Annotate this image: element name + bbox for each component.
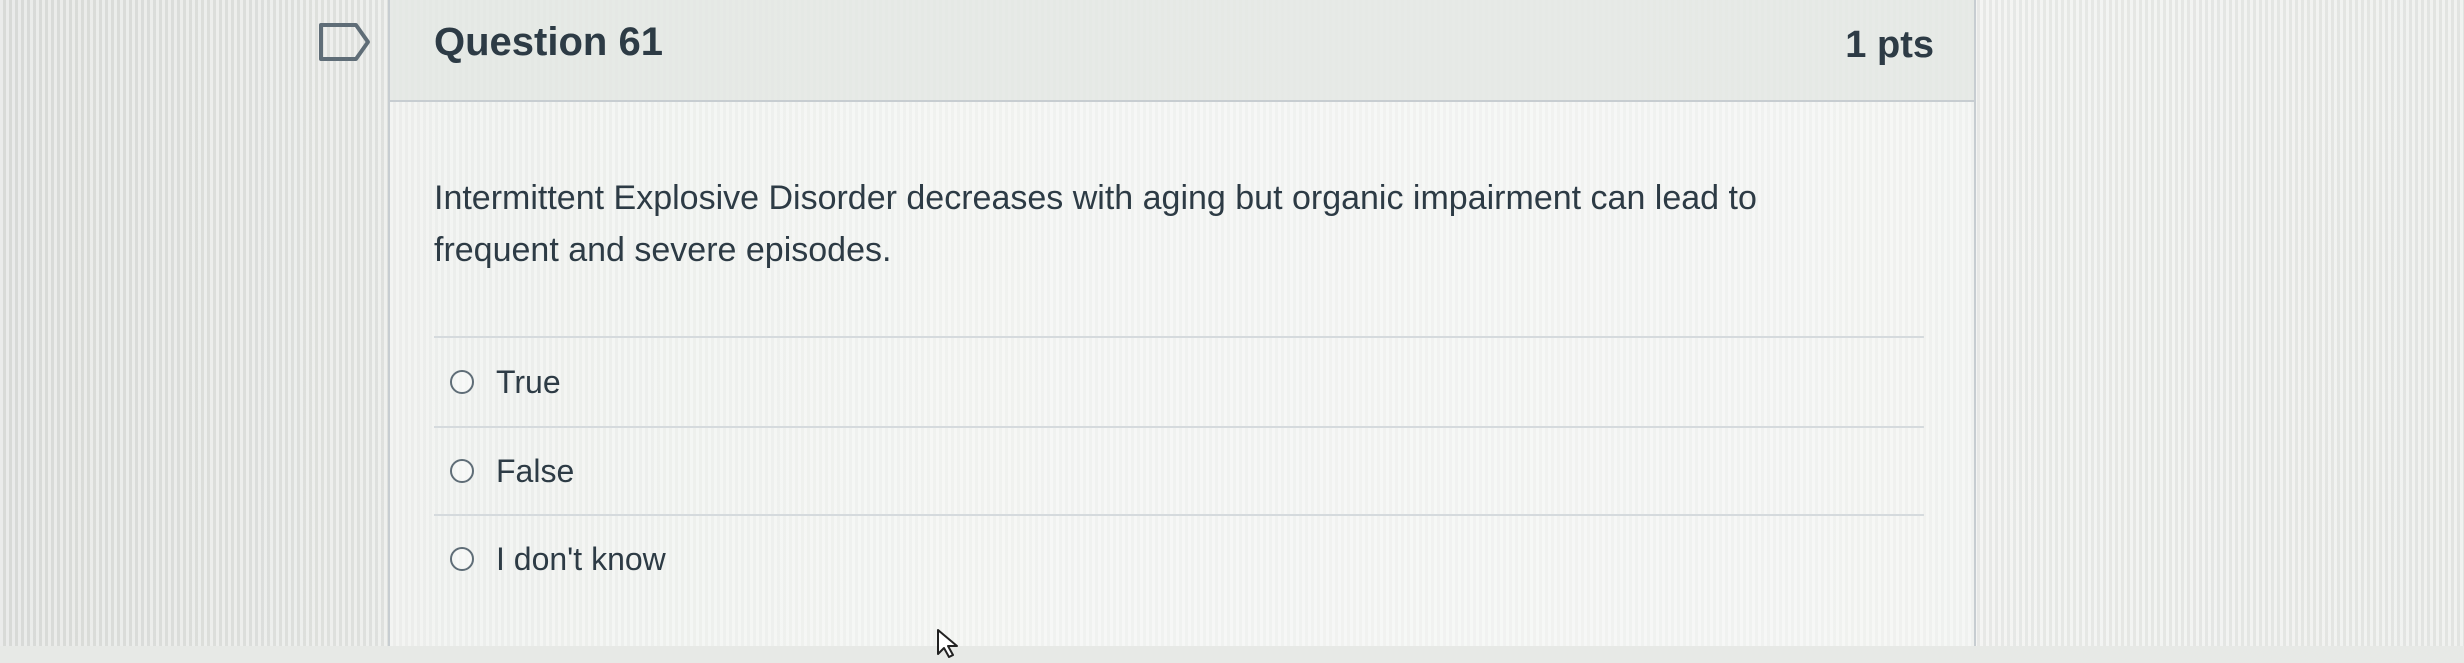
answer-label[interactable]: False	[496, 453, 574, 490]
radio-button-icon[interactable]	[450, 370, 474, 394]
question-text: Intermittent Explosive Disorder decrease…	[434, 179, 1757, 269]
radio-button-icon[interactable]	[450, 459, 474, 483]
mouse-pointer-icon	[936, 628, 960, 658]
bookmark-flag-icon[interactable]	[318, 22, 372, 62]
answer-option-true[interactable]: True	[434, 336, 1924, 426]
answer-option-false[interactable]: False	[434, 426, 1924, 514]
question-card: Question 61 1 pts Intermittent Explosive…	[388, 0, 1976, 646]
answer-label[interactable]: I don't know	[496, 541, 666, 578]
question-points: 1 pts	[1845, 24, 1934, 66]
question-title: Question 61	[434, 20, 663, 64]
question-header: Question 61 1 pts	[390, 0, 1974, 102]
radio-button-icon[interactable]	[450, 547, 474, 571]
answer-list: True False I don't know	[434, 336, 1924, 602]
answer-label[interactable]: True	[496, 364, 561, 401]
answer-option-dont-know[interactable]: I don't know	[434, 514, 1924, 602]
